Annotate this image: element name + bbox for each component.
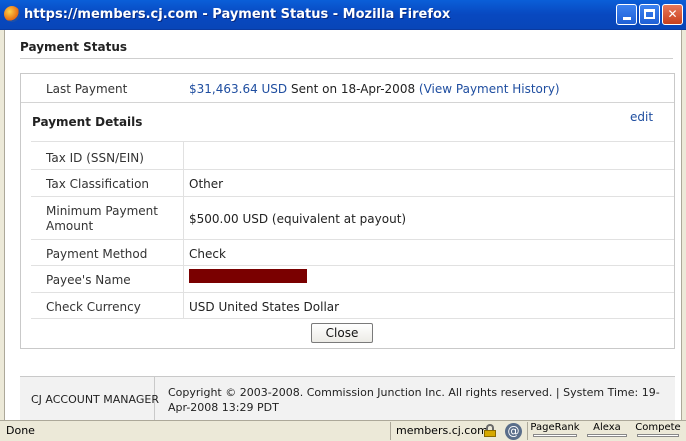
compete-label: Compete <box>635 422 681 433</box>
at-sign-icon[interactable]: @ <box>505 423 522 440</box>
tax-classification-label: Tax Classification <box>46 177 150 191</box>
lock-icon[interactable] <box>484 424 496 437</box>
row-divider <box>31 196 674 197</box>
title-divider <box>20 58 673 59</box>
minimize-icon <box>622 17 631 20</box>
row-divider <box>31 318 674 319</box>
last-payment-label: Last Payment <box>46 82 128 96</box>
window-title-bar: https://members.cj.com - Payment Status … <box>0 0 686 30</box>
window-title: https://members.cj.com - Payment Status … <box>24 7 451 22</box>
minimum-payment-label: Minimum Payment Amount <box>46 204 158 233</box>
page-title: Payment Status <box>20 40 128 54</box>
close-icon: ✕ <box>667 7 678 21</box>
payee-name-label: Payee's Name <box>46 273 131 287</box>
status-divider <box>390 422 391 440</box>
row-divider <box>31 265 674 266</box>
page-content: Payment Status Last Payment $31,463.64 U… <box>4 30 682 421</box>
view-payment-history-link[interactable]: (View Payment History) <box>419 82 560 96</box>
row-divider <box>31 292 674 293</box>
row-divider <box>31 141 674 142</box>
payee-name-redacted <box>189 269 307 283</box>
account-manager-label: CJ ACCOUNT MANAGER <box>31 393 159 406</box>
close-window-button[interactable]: ✕ <box>662 4 683 25</box>
minimize-button[interactable] <box>616 4 637 25</box>
payment-method-value: Check <box>189 247 226 261</box>
last-payment-row: Last Payment $31,463.64 USD Sent on 18-A… <box>21 74 674 103</box>
tax-classification-value: Other <box>189 177 224 191</box>
close-button[interactable]: Close <box>311 323 373 343</box>
row-divider <box>31 239 674 240</box>
footer: CJ ACCOUNT MANAGER Copyright © 2003-2008… <box>20 376 675 421</box>
status-text: Done <box>6 424 35 437</box>
alexa-bar <box>587 434 627 437</box>
last-payment-sent-text: Sent on 18-Apr-2008 <box>291 82 416 96</box>
edit-link[interactable]: edit <box>630 110 653 124</box>
payment-method-label: Payment Method <box>46 247 148 261</box>
compete-badge[interactable]: Compete <box>634 422 682 439</box>
pagerank-badge[interactable]: PageRank <box>530 422 580 439</box>
maximize-icon <box>644 9 655 19</box>
check-currency-value: USD United States Dollar <box>189 300 340 314</box>
pagerank-bar <box>533 434 577 437</box>
check-currency-label: Check Currency <box>46 300 141 314</box>
payment-panel: Last Payment $31,463.64 USD Sent on 18-A… <box>20 73 675 349</box>
alexa-badge[interactable]: Alexa <box>584 422 630 439</box>
last-payment-value: $31,463.64 USD Sent on 18-Apr-2008 (View… <box>189 82 560 96</box>
minimum-payment-value: $500.00 USD (equivalent at payout) <box>189 212 407 226</box>
status-domain: members.cj.com <box>396 424 488 437</box>
last-payment-amount-link[interactable]: $31,463.64 USD <box>189 82 287 96</box>
tax-id-label: Tax ID (SSN/EIN) <box>46 151 144 165</box>
alexa-label: Alexa <box>593 422 621 433</box>
status-bar: Done members.cj.com @ PageRank Alexa Com… <box>0 420 686 441</box>
pagerank-label: PageRank <box>530 422 580 433</box>
firefox-icon <box>4 6 20 22</box>
account-manager-cell: CJ ACCOUNT MANAGER <box>20 377 159 421</box>
compete-bar <box>637 434 679 437</box>
copyright-text: Copyright © 2003-2008. Commission Juncti… <box>168 386 660 414</box>
maximize-button[interactable] <box>639 4 660 25</box>
payment-details-title: Payment Details <box>32 115 143 129</box>
status-divider <box>527 422 528 440</box>
row-divider <box>31 169 674 170</box>
